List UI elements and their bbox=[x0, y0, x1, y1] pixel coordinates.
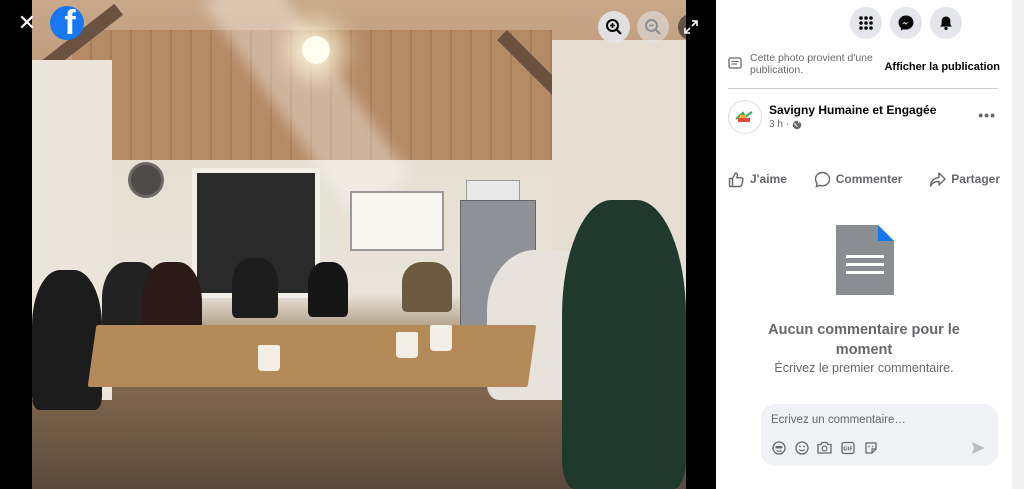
photo-source-notice: Cette photo provient d'une publication. … bbox=[728, 52, 1000, 88]
share-label: Partager bbox=[951, 172, 1000, 186]
share-button[interactable]: Partager bbox=[929, 166, 1000, 192]
comment-button[interactable]: Commenter bbox=[814, 166, 903, 192]
photo-whiteboard bbox=[350, 191, 444, 251]
like-label: J'aime bbox=[750, 172, 787, 186]
like-button[interactable]: J'aime bbox=[728, 166, 787, 192]
camera-icon[interactable] bbox=[817, 440, 832, 455]
gif-icon[interactable]: GIF bbox=[840, 440, 855, 455]
page-name[interactable]: Savigny Humaine et Engagée bbox=[769, 103, 936, 117]
empty-comments-subtitle: Écrivez le premier commentaire. bbox=[774, 361, 954, 375]
notice-text: Cette photo provient d'une publication. bbox=[750, 52, 873, 76]
empty-comments-title-text: Aucun commentaire pour le moment bbox=[768, 322, 960, 358]
post-time[interactable]: 3 h bbox=[769, 119, 783, 130]
thumbs-up-icon bbox=[728, 171, 744, 187]
bell-icon[interactable] bbox=[930, 7, 962, 39]
zoom-out-icon[interactable] bbox=[637, 11, 669, 43]
empty-comments-icon bbox=[836, 225, 894, 295]
emoji-icon[interactable] bbox=[794, 440, 809, 455]
photo-clock bbox=[128, 162, 164, 198]
messenger-icon[interactable] bbox=[890, 7, 922, 39]
facebook-logo[interactable]: f bbox=[50, 6, 84, 40]
send-icon[interactable] bbox=[971, 441, 986, 460]
post-header: Savigny Humaine et Engagée 3 h · ••• bbox=[728, 98, 1000, 138]
post-icon bbox=[728, 57, 742, 69]
post-actions: J'aime Commenter Partager bbox=[728, 166, 1000, 192]
comment-label: Commenter bbox=[835, 172, 903, 186]
photo-person bbox=[562, 200, 686, 489]
view-post-link[interactable]: Afficher la publication bbox=[884, 61, 1000, 73]
zoom-in-icon[interactable] bbox=[598, 11, 630, 43]
comment-input[interactable] bbox=[771, 411, 981, 429]
comment-tools: GIF bbox=[771, 440, 878, 455]
comment-composer: GIF bbox=[761, 404, 998, 466]
meta-separator: · bbox=[785, 119, 790, 130]
scrollbar[interactable] bbox=[1012, 0, 1024, 489]
photo-person bbox=[232, 258, 278, 318]
header-icons bbox=[850, 7, 962, 39]
page-avatar[interactable] bbox=[728, 100, 762, 134]
menu-grid-icon[interactable] bbox=[850, 7, 882, 39]
photo-cup bbox=[258, 345, 280, 371]
globe-icon bbox=[793, 120, 802, 129]
photo-lamp bbox=[302, 36, 330, 64]
photo-person bbox=[32, 270, 102, 410]
photo-cup bbox=[430, 325, 452, 351]
photo-table bbox=[87, 325, 537, 387]
expand-icon[interactable] bbox=[678, 14, 704, 40]
post-meta: 3 h · bbox=[769, 119, 802, 130]
comment-icon bbox=[814, 171, 830, 188]
more-options-icon[interactable]: ••• bbox=[978, 107, 996, 123]
post-panel: Cette photo provient d'une publication. … bbox=[716, 0, 1012, 489]
empty-comments-title: Aucun commentaire pour le moment bbox=[716, 320, 1012, 360]
photo-viewer: ✕ f bbox=[0, 0, 716, 489]
svg-text:GIF: GIF bbox=[843, 446, 852, 452]
facebook-logo-letter: f bbox=[64, 6, 76, 40]
close-icon[interactable]: ✕ bbox=[12, 8, 42, 38]
photo-person bbox=[308, 262, 348, 317]
photo-person bbox=[402, 262, 452, 312]
avatar-sticker-icon[interactable] bbox=[771, 440, 786, 455]
share-icon bbox=[930, 171, 946, 187]
photo-cup bbox=[396, 332, 418, 358]
sticker-icon[interactable] bbox=[863, 440, 878, 455]
photo[interactable] bbox=[32, 0, 686, 489]
divider bbox=[728, 88, 998, 89]
